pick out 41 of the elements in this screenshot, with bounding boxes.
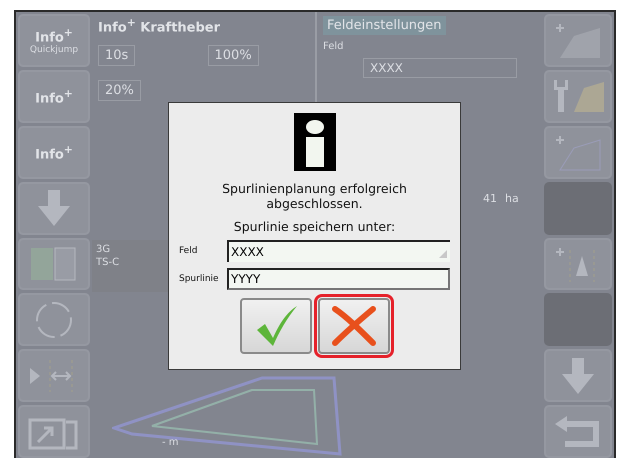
empty-slot bbox=[544, 293, 612, 346]
info-button[interactable]: Info$^{+}$ bbox=[18, 126, 90, 179]
field-label: Feld bbox=[323, 41, 344, 52]
panel-title: Info$^{+}$ Kraftheber bbox=[98, 16, 222, 36]
value-field: 100% bbox=[208, 45, 259, 66]
cross-icon bbox=[330, 305, 376, 347]
side-button[interactable] bbox=[544, 405, 612, 458]
side-button[interactable] bbox=[544, 126, 612, 179]
side-button[interactable] bbox=[18, 405, 90, 458]
value-field: 10s bbox=[98, 45, 136, 66]
info-button[interactable]: Info$^{+}$ Quickjump bbox=[18, 14, 90, 67]
field-label: Feld bbox=[179, 246, 198, 256]
info-label: Info$^{+}$ bbox=[35, 26, 73, 46]
area-unit: ha bbox=[505, 192, 519, 205]
network-label: 3G bbox=[96, 244, 112, 255]
field-label: Spurlinie bbox=[179, 274, 220, 284]
panel-title: Feldeinstellungen bbox=[323, 16, 446, 35]
receiver-label: TS-C bbox=[96, 257, 120, 268]
side-button[interactable] bbox=[544, 238, 612, 290]
side-button[interactable] bbox=[18, 182, 90, 234]
button-caption: Quickjump bbox=[30, 45, 78, 56]
side-button[interactable] bbox=[18, 238, 90, 290]
dropdown-corner-icon bbox=[439, 250, 447, 258]
dialog-message: Spurlinienplanung erfolgreich abgeschlossen. bbox=[221, 181, 408, 211]
value-field: 20% bbox=[98, 80, 141, 102]
side-button[interactable] bbox=[18, 293, 90, 346]
side-button[interactable] bbox=[544, 349, 612, 402]
side-button[interactable] bbox=[18, 349, 90, 402]
side-button[interactable] bbox=[544, 14, 612, 67]
info-label: Info$^{+}$ bbox=[35, 142, 73, 162]
info-icon bbox=[294, 113, 336, 171]
field-value: XXXX bbox=[363, 58, 517, 78]
dialog-prompt: Spurlinie speichern unter: bbox=[234, 219, 396, 234]
info-button[interactable]: Info$^{+}$ bbox=[18, 70, 90, 123]
dropdown-field[interactable]: XXXX bbox=[227, 240, 450, 262]
side-button[interactable] bbox=[544, 70, 612, 123]
area-value: 41 bbox=[483, 192, 497, 205]
info-label: Info$^{+}$ bbox=[35, 86, 73, 106]
input-field[interactable]: YYYY bbox=[227, 268, 450, 290]
distance-value: - m bbox=[162, 437, 179, 448]
empty-slot bbox=[544, 182, 612, 234]
